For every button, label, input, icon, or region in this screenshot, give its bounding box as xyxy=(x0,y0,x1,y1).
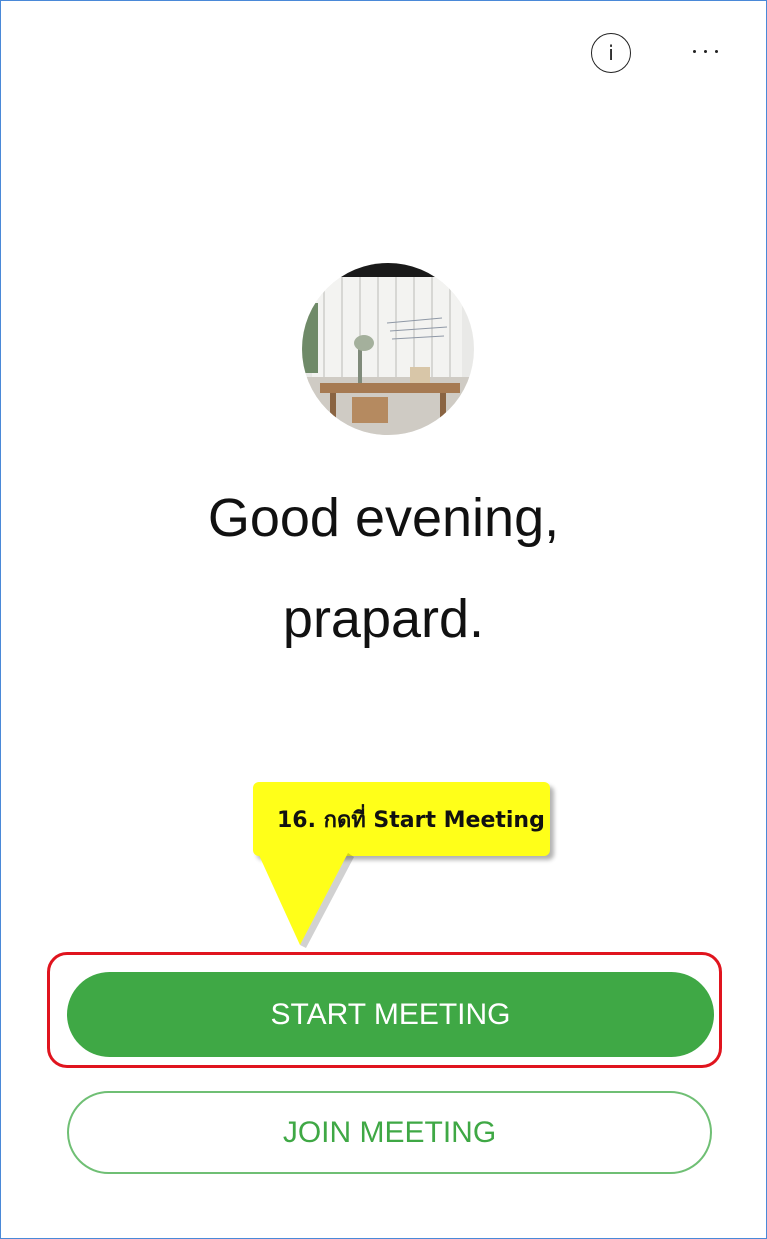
dot xyxy=(714,49,718,53)
start-meeting-button[interactable]: START MEETING xyxy=(67,972,714,1057)
info-icon[interactable]: i xyxy=(591,33,631,73)
start-meeting-label: START MEETING xyxy=(270,997,511,1031)
greeting-username: prapard. xyxy=(282,589,485,649)
dot xyxy=(703,49,707,53)
instruction-callout: 16. กดที่ Start Meeting xyxy=(253,782,550,856)
more-options-icon[interactable] xyxy=(680,36,730,66)
join-meeting-label: JOIN MEETING xyxy=(282,1115,497,1149)
dot xyxy=(692,49,696,53)
avatar[interactable] xyxy=(302,263,474,435)
greeting-line-1: Good evening, xyxy=(207,488,560,548)
join-meeting-button[interactable]: JOIN MEETING xyxy=(67,1091,712,1174)
info-glyph: i xyxy=(608,41,614,65)
avatar-image xyxy=(302,263,474,435)
callout-text: 16. กดที่ Start Meeting xyxy=(277,807,545,833)
callout-pointer xyxy=(258,853,354,948)
